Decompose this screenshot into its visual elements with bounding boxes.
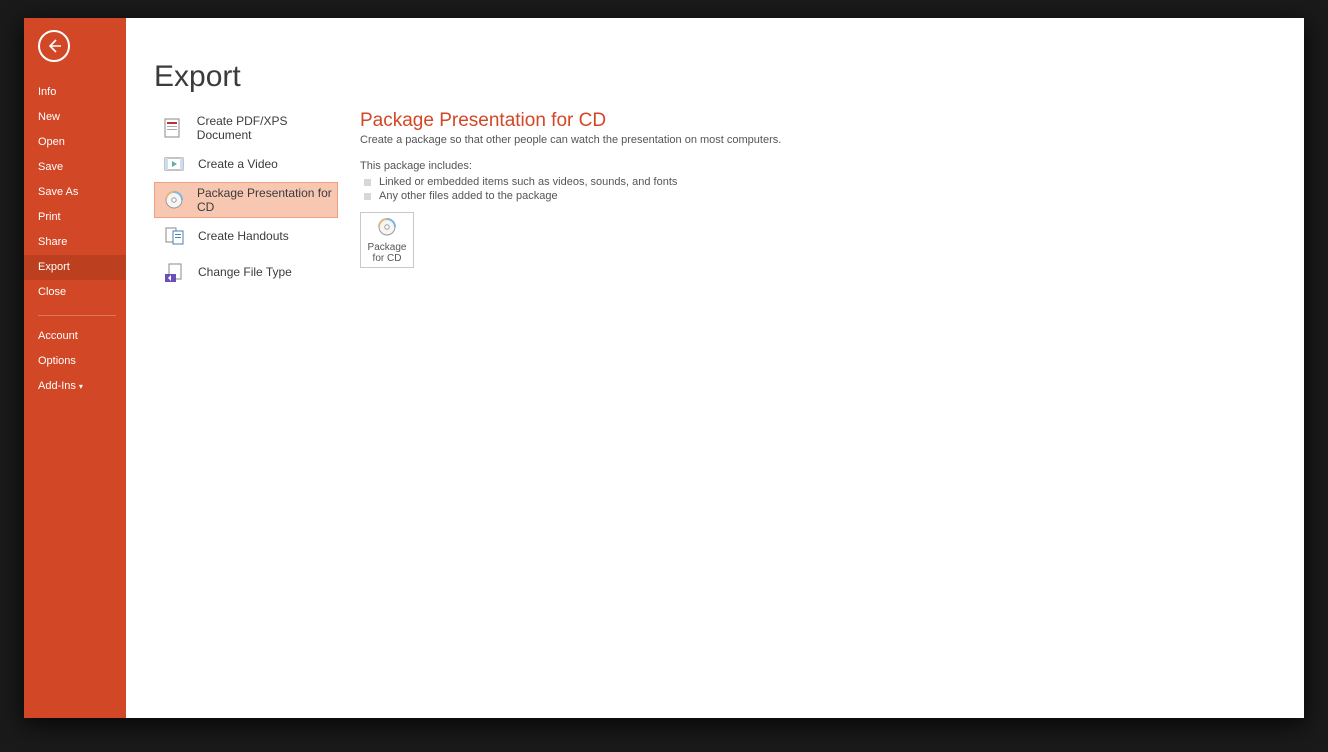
bullet-icon — [364, 179, 371, 186]
detail-title: Package Presentation for CD — [360, 110, 1284, 132]
back-arrow-icon — [46, 38, 62, 54]
bullet-icon — [364, 193, 371, 200]
sidebar-item-export[interactable]: Export — [24, 255, 126, 280]
sidebar-item-label: Add-Ins — [38, 380, 76, 392]
sidebar-item-label: Close — [38, 286, 66, 298]
sidebar-item-print[interactable]: Print — [24, 205, 126, 230]
export-item-package-cd[interactable]: Package Presentation for CD — [154, 182, 338, 218]
sidebar-item-label: Open — [38, 136, 65, 148]
export-item-label: Package Presentation for CD — [197, 186, 337, 214]
sidebar-item-save-as[interactable]: Save As — [24, 180, 126, 205]
sidebar-separator — [38, 315, 116, 316]
export-options-list: Create PDF/XPS Document Create a Video P… — [154, 110, 338, 290]
handouts-icon — [162, 224, 186, 248]
pdf-icon — [162, 116, 185, 140]
chevron-down-icon: ▾ — [79, 382, 83, 391]
export-item-handouts[interactable]: Create Handouts — [154, 218, 338, 254]
detail-includes-label: This package includes: — [360, 160, 1284, 172]
page-title: Export — [154, 60, 241, 94]
sidebar-item-label: Export — [38, 261, 70, 273]
export-item-label: Create Handouts — [198, 229, 289, 243]
sidebar-item-label: New — [38, 111, 60, 123]
sidebar-item-save[interactable]: Save — [24, 155, 126, 180]
sidebar-item-label: Share — [38, 236, 67, 248]
sidebar-item-label: Save — [38, 161, 63, 173]
back-button[interactable] — [38, 30, 70, 62]
export-item-label: Create a Video — [198, 157, 278, 171]
bullet-text: Any other files added to the package — [379, 190, 558, 202]
filetype-icon — [162, 260, 186, 284]
sidebar-item-addins[interactable]: Add-Ins▾ — [24, 374, 126, 399]
sidebar-item-label: Save As — [38, 186, 78, 198]
export-item-label: Create PDF/XPS Document — [197, 114, 338, 142]
cd-icon — [163, 188, 185, 212]
detail-bullet: Any other files added to the package — [364, 190, 1284, 202]
sidebar-item-label: Options — [38, 355, 76, 367]
export-item-create-pdf[interactable]: Create PDF/XPS Document — [154, 110, 338, 146]
sidebar-item-info[interactable]: Info — [24, 80, 126, 105]
bullet-text: Linked or embedded items such as videos,… — [379, 176, 677, 188]
button-label-line2: for CD — [373, 253, 402, 264]
button-label-line1: Package — [368, 242, 407, 253]
export-detail-panel: Package Presentation for CD Create a pac… — [360, 110, 1284, 268]
sidebar-item-label: Info — [38, 86, 56, 98]
backstage-sidebar: Info New Open Save Save As Print Share E… — [24, 18, 126, 718]
sidebar-item-options[interactable]: Options — [24, 349, 126, 374]
main-content: Export Create PDF/XPS Document Create a … — [126, 18, 1304, 718]
export-item-change-filetype[interactable]: Change File Type — [154, 254, 338, 290]
sidebar-item-share[interactable]: Share — [24, 230, 126, 255]
detail-bullet: Linked or embedded items such as videos,… — [364, 176, 1284, 188]
sidebar-item-open[interactable]: Open — [24, 130, 126, 155]
cd-icon — [376, 216, 398, 238]
export-item-create-video[interactable]: Create a Video — [154, 146, 338, 182]
package-for-cd-button[interactable]: Package for CD — [360, 212, 414, 268]
sidebar-item-label: Account — [38, 330, 78, 342]
video-icon — [162, 152, 186, 176]
export-item-label: Change File Type — [198, 265, 292, 279]
sidebar-item-close[interactable]: Close — [24, 280, 126, 305]
sidebar-item-new[interactable]: New — [24, 105, 126, 130]
sidebar-item-label: Print — [38, 211, 61, 223]
detail-description: Create a package so that other people ca… — [360, 134, 1284, 146]
sidebar-item-account[interactable]: Account — [24, 324, 126, 349]
